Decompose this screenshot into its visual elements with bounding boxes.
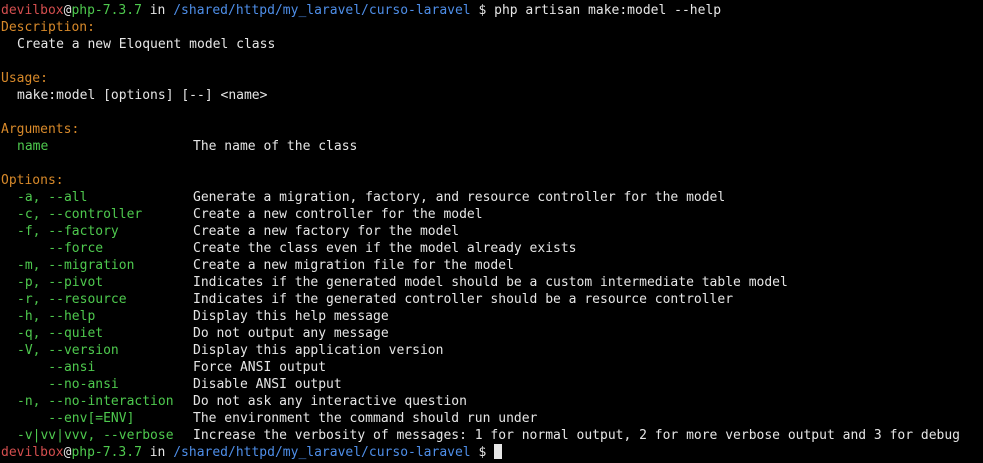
option-flag: --ansi (17, 360, 96, 375)
options-heading: Options: (1, 173, 64, 188)
prompt-in: in (141, 3, 174, 18)
option-desc: Disable ANSI output (193, 377, 342, 392)
option-desc: Do not ask any interactive question (193, 394, 467, 409)
prompt-host: php-7.3.7 (71, 3, 142, 18)
executed-command: php artisan make:model --help (494, 3, 722, 18)
usage-heading: Usage: (1, 71, 48, 86)
option-row: -r, --resource Indicates if the generated… (1, 291, 983, 308)
option-desc: Display this application version (193, 343, 444, 358)
prompt-line-command: devilbox@php-7.3.7 in /shared/httpd/my_l… (1, 2, 983, 19)
option-desc: Create the class even if the model alrea… (193, 241, 577, 256)
option-row: -v|vv|vvv, --verbose Increase the verbosi… (1, 427, 983, 444)
prompt-line-input[interactable]: devilbox@php-7.3.7 in /shared/httpd/my_l… (1, 444, 983, 461)
terminal-window[interactable]: devilbox@php-7.3.7 in /shared/httpd/my_l… (0, 0, 983, 463)
description-text: Create a new Eloquent model class (17, 37, 276, 52)
prompt-in: in (141, 445, 174, 460)
option-row: -n, --no-interaction Do not ask any inter… (1, 393, 983, 410)
prompt-symbol: $ (470, 445, 495, 460)
prompt-path: /shared/httpd/my_laravel/curso-laravel (173, 3, 471, 18)
argument-name: name (17, 139, 49, 154)
option-flag: -V, --version (17, 343, 119, 358)
text-cursor[interactable] (494, 444, 503, 459)
option-flag: -c, --controller (17, 207, 143, 222)
usage-text-line: make:model [options] [--] <name> (1, 87, 983, 104)
option-row: -c, --controller Create a new controller … (1, 206, 983, 223)
usage-text: make:model [options] [--] <name> (17, 88, 268, 103)
option-row: -q, --quiet Do not output any message (1, 325, 983, 342)
option-flag: --force (17, 241, 104, 256)
argument-row: name The name of the class (1, 138, 983, 155)
option-desc: Display this help message (193, 309, 389, 324)
description-heading: Description: (1, 20, 95, 35)
option-row: -m, --migration Create a new migration fi… (1, 257, 983, 274)
option-desc: Create a new factory for the model (193, 224, 460, 239)
option-flag: -v|vv|vvv, --verbose (17, 428, 174, 443)
option-flag: --env[=ENV] (17, 411, 135, 426)
option-flag: -f, --factory (17, 224, 119, 239)
option-flag: -m, --migration (17, 258, 135, 273)
option-desc: Do not output any message (193, 326, 389, 341)
option-flag: -a, --all (17, 190, 88, 205)
option-row: -f, --factory Create a new factory for th… (1, 223, 983, 240)
prompt-symbol: $ (470, 3, 495, 18)
option-desc: Indicates if the generated controller sh… (193, 292, 734, 307)
prompt-user: devilbox (1, 3, 64, 18)
option-row: --ansi Force ANSI output (1, 359, 983, 376)
argument-desc: The name of the class (193, 139, 358, 154)
option-row: --env[=ENV] The environment the command s… (1, 410, 983, 427)
option-desc: The environment the command should run u… (193, 411, 538, 426)
option-desc: Generate a migration, factory, and resou… (193, 190, 726, 205)
option-desc: Indicates if the generated model should … (193, 275, 788, 290)
option-flag: -n, --no-interaction (17, 394, 174, 409)
prompt-path: /shared/httpd/my_laravel/curso-laravel (173, 445, 471, 460)
option-flag: -q, --quiet (17, 326, 104, 341)
option-desc: Increase the verbosity of messages: 1 fo… (193, 428, 961, 443)
option-flag: --no-ansi (17, 377, 119, 392)
option-flag: -h, --help (17, 309, 96, 324)
description-text-line: Create a new Eloquent model class (1, 36, 983, 53)
arguments-heading: Arguments: (1, 122, 80, 137)
option-row: -V, --version Display this application ve… (1, 342, 983, 359)
option-flag: -p, --pivot (17, 275, 104, 290)
option-flag: -r, --resource (17, 292, 127, 307)
option-row: -a, --all Generate a migration, factory, … (1, 189, 983, 206)
prompt-host: php-7.3.7 (71, 445, 142, 460)
option-row: --no-ansi Disable ANSI output (1, 376, 983, 393)
prompt-user: devilbox (1, 445, 64, 460)
option-row: -h, --help Display this help message (1, 308, 983, 325)
option-desc: Create a new migration file for the mode… (193, 258, 514, 273)
option-desc: Force ANSI output (193, 360, 327, 375)
option-row: -p, --pivot Indicates if the generated mo… (1, 274, 983, 291)
option-desc: Create a new controller for the model (193, 207, 483, 222)
option-row: --force Create the class even if the mode… (1, 240, 983, 257)
